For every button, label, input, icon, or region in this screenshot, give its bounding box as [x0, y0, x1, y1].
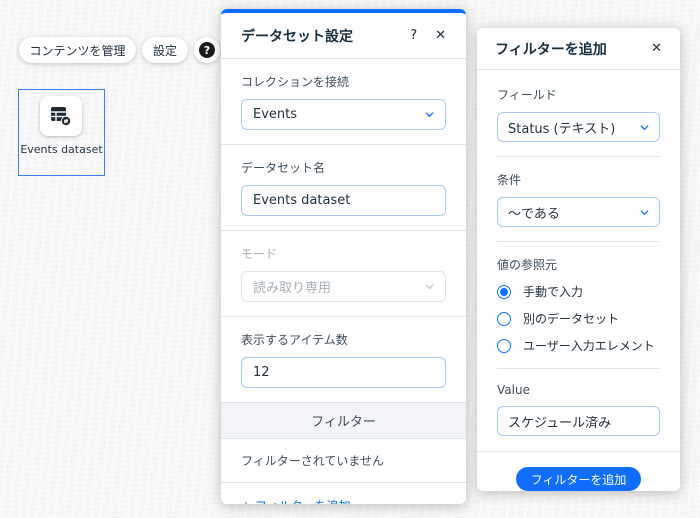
panel-header: データセット設定 ? ✕ — [221, 13, 466, 59]
condition-label: 条件 — [497, 173, 522, 187]
close-icon[interactable]: ✕ — [651, 41, 662, 56]
manage-content-button[interactable]: コンテンツを管理 — [19, 37, 136, 63]
dataset-name-section: データセット名 Events dataset — [221, 145, 466, 231]
collection-value: Events — [253, 107, 298, 122]
question-icon: ? — [199, 42, 215, 58]
help-icon[interactable]: ? — [410, 28, 417, 43]
collection-dropdown[interactable]: Events — [241, 99, 446, 130]
panel-title: データセット設定 — [241, 28, 353, 45]
dataset-settings-panel: データセット設定 ? ✕ コレクションを接続 Events データセット名 Ev… — [221, 9, 466, 504]
collection-section: コレクションを接続 Events — [221, 59, 466, 145]
radio-button[interactable] — [497, 311, 511, 326]
chevron-down-icon — [425, 284, 434, 290]
dataset-name-input[interactable]: Events dataset — [241, 185, 446, 216]
items-count-input[interactable]: 12 — [241, 357, 446, 388]
radio-user-input-element[interactable]: ユーザー入力エレメント — [497, 337, 660, 354]
value-text: スケジュール済み — [508, 415, 612, 431]
items-count-label: 表示するアイテム数 — [241, 333, 348, 347]
condition-dropdown[interactable]: 〜である — [497, 197, 660, 227]
radio-manual-input[interactable]: 手動で入力 — [497, 283, 660, 300]
dataset-label: Events dataset — [20, 143, 103, 156]
no-filters-text: フィルターされていません — [221, 439, 466, 483]
items-count-section: 表示するアイテム数 12 — [221, 317, 466, 403]
dataset-name-label: データセット名 — [241, 161, 326, 175]
field-section: フィールド Status (テキスト) — [497, 70, 660, 157]
mode-section: モード 読み取り専用 — [221, 231, 466, 317]
radio-other-dataset[interactable]: 別のデータセット — [497, 310, 660, 327]
chevron-down-icon — [425, 112, 434, 118]
mode-dropdown: 読み取り専用 — [241, 271, 446, 302]
add-filter-link[interactable]: + フィルターを追加 — [221, 483, 466, 504]
filter-panel-footer: フィルターを追加 — [477, 451, 680, 491]
chevron-down-icon — [640, 124, 649, 130]
mode-label: モード — [241, 247, 278, 261]
field-value: Status (テキスト) — [508, 121, 616, 137]
filters-header: フィルター — [221, 403, 466, 439]
dataset-element[interactable]: Events dataset — [18, 89, 105, 176]
field-dropdown[interactable]: Status (テキスト) — [497, 112, 660, 142]
collection-label: コレクションを接続 — [241, 75, 350, 89]
radio-button[interactable] — [497, 338, 511, 353]
radio-label: ユーザー入力エレメント — [523, 339, 655, 353]
chevron-down-icon — [640, 209, 649, 215]
value-label: Value — [497, 383, 530, 397]
mode-value: 読み取り専用 — [253, 281, 332, 296]
dataset-name-value: Events dataset — [253, 193, 351, 208]
radio-label: 手動で入力 — [523, 285, 584, 299]
filter-panel-title: フィルターを追加 — [495, 41, 607, 58]
dataset-icon — [40, 96, 82, 136]
help-button[interactable]: ? — [194, 37, 220, 63]
condition-section: 条件 〜である — [497, 157, 660, 242]
field-label: フィールド — [497, 88, 557, 102]
value-input[interactable]: スケジュール済み — [497, 406, 660, 436]
add-filter-panel: フィルターを追加 ✕ フィールド Status (テキスト) 条件 〜である 値… — [477, 28, 680, 491]
add-filter-button[interactable]: フィルターを追加 — [516, 467, 641, 491]
items-count-value: 12 — [253, 365, 270, 380]
filter-panel-header: フィルターを追加 ✕ — [477, 28, 680, 70]
value-section: Value スケジュール済み — [497, 369, 660, 450]
close-icon[interactable]: ✕ — [435, 28, 446, 43]
radio-label: 別のデータセット — [523, 312, 620, 326]
value-source-section: 値の参照元 手動で入力 別のデータセット ユーザー入力エレメント — [497, 242, 660, 369]
condition-value: 〜である — [508, 206, 560, 222]
radio-button-checked[interactable] — [497, 284, 511, 299]
settings-button[interactable]: 設定 — [142, 37, 188, 63]
value-source-label: 値の参照元 — [497, 258, 558, 272]
